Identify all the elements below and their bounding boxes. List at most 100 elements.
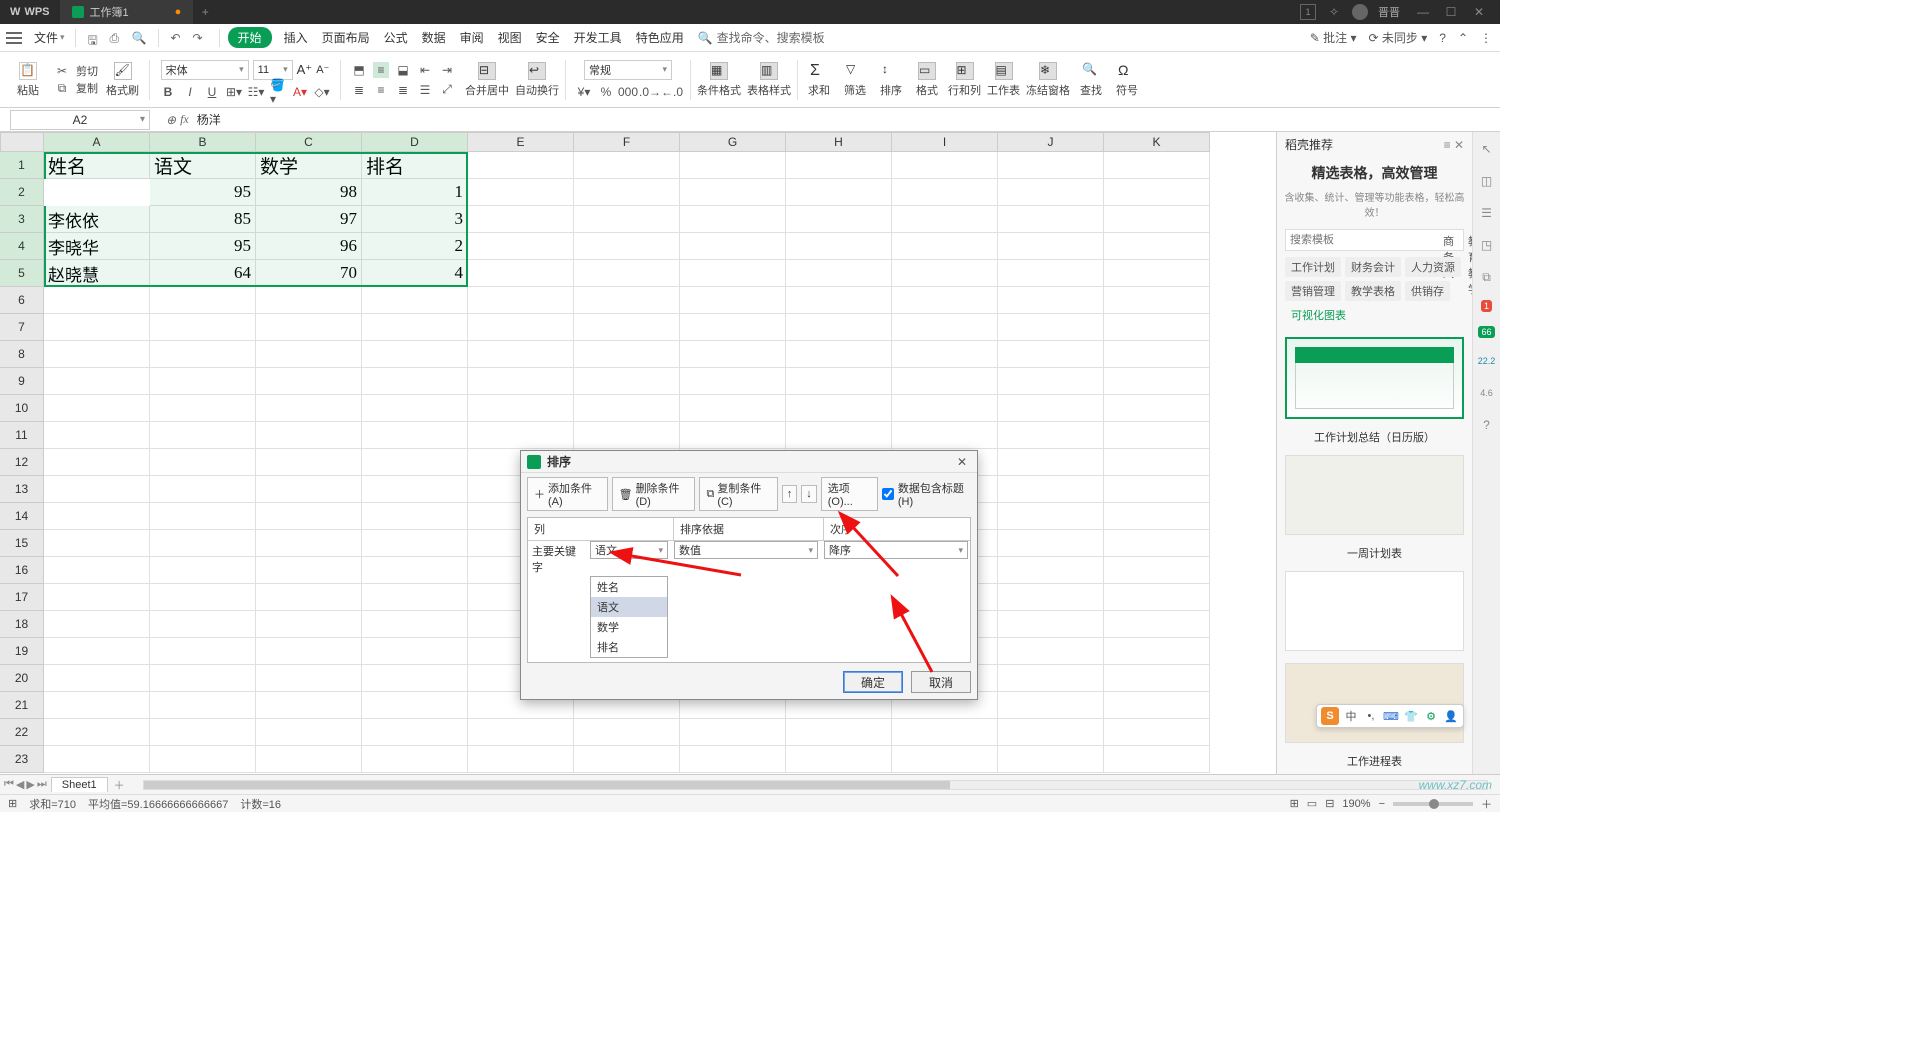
ime-cn-icon[interactable]: 中 [1343, 708, 1359, 724]
decrease-font-icon[interactable]: A⁻ [316, 63, 329, 76]
tab-view[interactable]: 视图 [498, 29, 522, 46]
row-header-9[interactable]: 9 [0, 368, 44, 395]
tab-start[interactable]: 开始 [228, 27, 272, 48]
preview-icon[interactable]: 🔍 [132, 31, 146, 45]
name-box[interactable]: A2▾ [10, 110, 150, 130]
sidebar-select-icon[interactable]: ↖ [1478, 140, 1496, 158]
cell-B2[interactable]: 95 [150, 179, 256, 206]
underline-icon[interactable]: U [204, 84, 220, 100]
fx-icon[interactable]: ⊕fx [166, 112, 189, 127]
ime-keyboard-icon[interactable]: ⌨ [1383, 708, 1399, 724]
cell-B4[interactable]: 95 [150, 233, 256, 260]
row-header-17[interactable]: 17 [0, 584, 44, 611]
annotate-menu[interactable]: ✎ 批注 ▾ [1310, 29, 1357, 46]
wrap-text-button[interactable]: ↩自动换行 [515, 62, 559, 98]
sort-basis-select[interactable]: 数值▾ [674, 541, 818, 559]
cell-A1[interactable]: 姓名 [44, 152, 150, 179]
cat-viz[interactable]: 可视化图表 [1285, 305, 1352, 325]
tab-review[interactable]: 审阅 [460, 29, 484, 46]
row-header-21[interactable]: 21 [0, 692, 44, 719]
row-header-18[interactable]: 18 [0, 611, 44, 638]
symbol-button[interactable]: Ω符号 [1112, 62, 1142, 98]
tab-formula[interactable]: 公式 [384, 29, 408, 46]
cond-format-button[interactable]: ▦条件格式 [697, 62, 741, 98]
row-header-3[interactable]: 3 [0, 206, 44, 233]
save-icon[interactable]: 🖫 [88, 31, 102, 45]
cell-C1[interactable]: 数学 [256, 152, 362, 179]
number-format-select[interactable]: 常规▾ [584, 60, 672, 80]
ime-tool-icon[interactable]: ⚙ [1423, 708, 1439, 724]
row-header-11[interactable]: 11 [0, 422, 44, 449]
currency-icon[interactable]: ¥▾ [576, 84, 592, 100]
dialog-close-button[interactable]: ✕ [953, 453, 971, 471]
template-search[interactable]: 商务风 教育教学 [1285, 229, 1464, 251]
cell-B3[interactable]: 85 [150, 206, 256, 233]
align-left-icon[interactable]: ≣ [351, 82, 367, 98]
maximize-button[interactable]: ☐ [1438, 2, 1464, 22]
cell-D1[interactable]: 排名 [362, 152, 468, 179]
tab-special[interactable]: 特色应用 [636, 29, 684, 46]
row-header-2[interactable]: 2 [0, 179, 44, 206]
cell-D3[interactable]: 3 [362, 206, 468, 233]
has-header-checkbox[interactable]: 数据包含标题(H) [882, 480, 971, 508]
ok-button[interactable]: 确定 [843, 671, 903, 693]
row-header-14[interactable]: 14 [0, 503, 44, 530]
tab-pagelayout[interactable]: 页面布局 [322, 29, 370, 46]
col-header-J[interactable]: J [998, 132, 1104, 152]
sort-column-select[interactable]: 语文▾ [590, 541, 668, 559]
print-icon[interactable]: ⎙ [110, 31, 124, 45]
dec-dec-icon[interactable]: ←.0 [664, 84, 680, 100]
tab-devtools[interactable]: 开发工具 [574, 29, 622, 46]
indent-inc-icon[interactable]: ⇥ [439, 62, 455, 78]
sheet-nav[interactable]: ⏮◀▶⏭ [0, 778, 51, 791]
cat-hr[interactable]: 人力资源 [1405, 257, 1461, 277]
cell-A5[interactable]: 赵晓慧 [44, 260, 150, 287]
menu-icon[interactable] [6, 32, 22, 44]
dd-option-yuwen[interactable]: 语文 [591, 597, 667, 617]
workbook-tab[interactable]: 工作簿1 ● [60, 0, 194, 24]
horizontal-scrollbar[interactable] [143, 780, 1488, 790]
col-header-B[interactable]: B [150, 132, 256, 152]
add-condition-button[interactable]: ＋添加条件(A) [527, 477, 608, 511]
sort-button[interactable]: ↕排序 [876, 62, 906, 98]
cut-icon[interactable]: ✂ [54, 63, 70, 79]
ime-skin-icon[interactable]: 👕 [1403, 708, 1419, 724]
ime-user-icon[interactable]: 👤 [1443, 708, 1459, 724]
tab-insert[interactable]: 插入 [284, 29, 308, 46]
thousands-icon[interactable]: 000 [620, 84, 636, 100]
cell-B5[interactable]: 64 [150, 260, 256, 287]
font-size-select[interactable]: 11▾ [253, 60, 293, 80]
minimize-button[interactable]: — [1410, 2, 1436, 22]
row-header-15[interactable]: 15 [0, 530, 44, 557]
template-search-input[interactable] [1286, 230, 1436, 250]
font-name-select[interactable]: 宋体▾ [161, 60, 249, 80]
ime-toolbar[interactable]: S 中 •, ⌨ 👕 ⚙ 👤 [1316, 704, 1464, 728]
worksheet-button[interactable]: ▤工作表 [987, 62, 1020, 98]
align-top-icon[interactable]: ⬒ [351, 62, 367, 78]
percent-icon[interactable]: % [598, 84, 614, 100]
cell-C2[interactable]: 98 [256, 179, 362, 206]
cell-C5[interactable]: 70 [256, 260, 362, 287]
cell-D2[interactable]: 1 [362, 179, 468, 206]
sidebar-analyze-icon[interactable]: ◳ [1478, 236, 1496, 254]
sidebar-backup-icon[interactable]: ⧉ [1478, 268, 1496, 286]
copy-icon[interactable]: ⧉ [54, 80, 70, 96]
add-sheet-button[interactable]: ＋ [108, 777, 131, 793]
tab-data[interactable]: 数据 [422, 29, 446, 46]
format-painter-button[interactable]: 🖌格式刷 [106, 62, 139, 98]
dd-option-shuxue[interactable]: 数学 [591, 617, 667, 637]
more-icon[interactable]: ⋮ [1480, 31, 1492, 45]
row-header-8[interactable]: 8 [0, 341, 44, 368]
row-header-16[interactable]: 16 [0, 557, 44, 584]
dd-option-name[interactable]: 姓名 [591, 577, 667, 597]
rowcol-button[interactable]: ⊞行和列 [948, 62, 981, 98]
zoom-out-icon[interactable]: − [1379, 798, 1385, 810]
bold-icon[interactable]: B [160, 84, 176, 100]
undo-icon[interactable]: ↶ [171, 31, 185, 45]
cell-A2[interactable]: 杨洋 [44, 179, 150, 206]
cat-finance[interactable]: 财务会计 [1345, 257, 1401, 277]
orientation-icon[interactable]: ⤢ [439, 82, 455, 98]
row-header-19[interactable]: 19 [0, 638, 44, 665]
col-header-E[interactable]: E [468, 132, 574, 152]
tab-add-button[interactable]: + [193, 5, 217, 19]
